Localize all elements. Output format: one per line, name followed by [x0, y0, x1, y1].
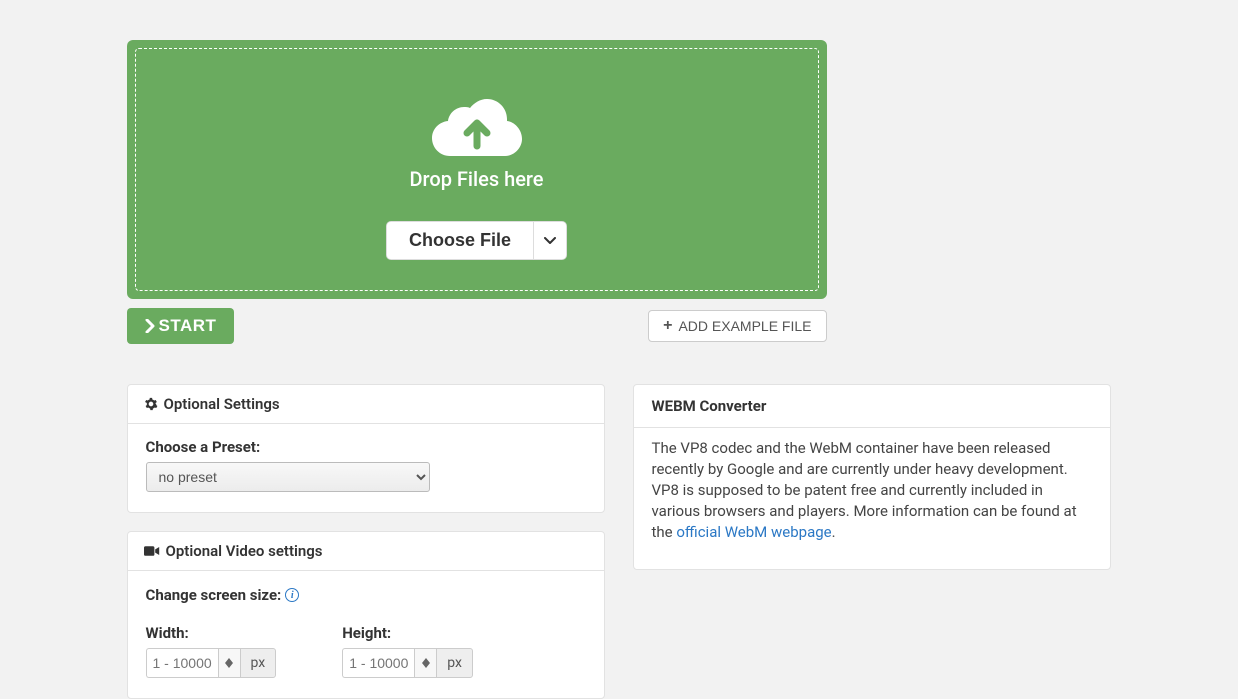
file-dropzone-inner: Drop Files here Choose File	[135, 48, 819, 291]
cloud-upload-icon	[427, 89, 527, 159]
start-button[interactable]: START	[127, 308, 235, 344]
add-example-file-button[interactable]: + ADD EXAMPLE FILE	[648, 310, 826, 342]
optional-settings-title: Optional Settings	[164, 395, 280, 413]
caret-down-icon	[422, 663, 430, 668]
gear-icon	[144, 397, 158, 411]
preset-label: Choose a Preset:	[146, 438, 586, 456]
caret-down-icon	[225, 663, 233, 668]
file-dropzone[interactable]: Drop Files here Choose File	[127, 40, 827, 299]
height-label: Height:	[342, 624, 473, 642]
converter-info-card: WEBM Converter The VP8 codec and the Web…	[633, 384, 1111, 570]
start-button-label: START	[159, 316, 217, 336]
width-stepper[interactable]	[218, 648, 240, 678]
width-label: Width:	[146, 624, 277, 642]
official-webm-link[interactable]: official WebM webpage	[676, 523, 831, 541]
dropzone-label: Drop Files here	[409, 167, 543, 191]
info-icon[interactable]: i	[285, 588, 299, 602]
video-camera-icon	[144, 545, 160, 557]
chevron-down-icon	[544, 237, 556, 245]
optional-settings-card: Optional Settings Choose a Preset: no pr…	[127, 384, 605, 513]
optional-settings-header: Optional Settings	[128, 385, 604, 424]
width-unit: px	[240, 648, 277, 678]
screen-size-label: Change screen size:	[146, 586, 282, 604]
preset-select[interactable]: no preset	[146, 462, 430, 492]
video-settings-title: Optional Video settings	[166, 542, 323, 560]
width-input[interactable]	[146, 648, 218, 678]
video-settings-card: Optional Video settings Change screen si…	[127, 531, 605, 699]
chevron-right-icon	[145, 319, 155, 333]
choose-file-button[interactable]: Choose File	[387, 222, 533, 259]
choose-file-group: Choose File	[386, 221, 567, 260]
converter-info-period: .	[832, 523, 836, 541]
converter-info-title: WEBM Converter	[634, 385, 1110, 428]
height-input[interactable]	[342, 648, 414, 678]
height-stepper[interactable]	[414, 648, 436, 678]
height-unit: px	[436, 648, 473, 678]
add-example-file-label: ADD EXAMPLE FILE	[678, 318, 811, 334]
plus-icon: +	[663, 318, 672, 334]
choose-file-dropdown-button[interactable]	[533, 222, 566, 259]
video-settings-header: Optional Video settings	[128, 532, 604, 571]
